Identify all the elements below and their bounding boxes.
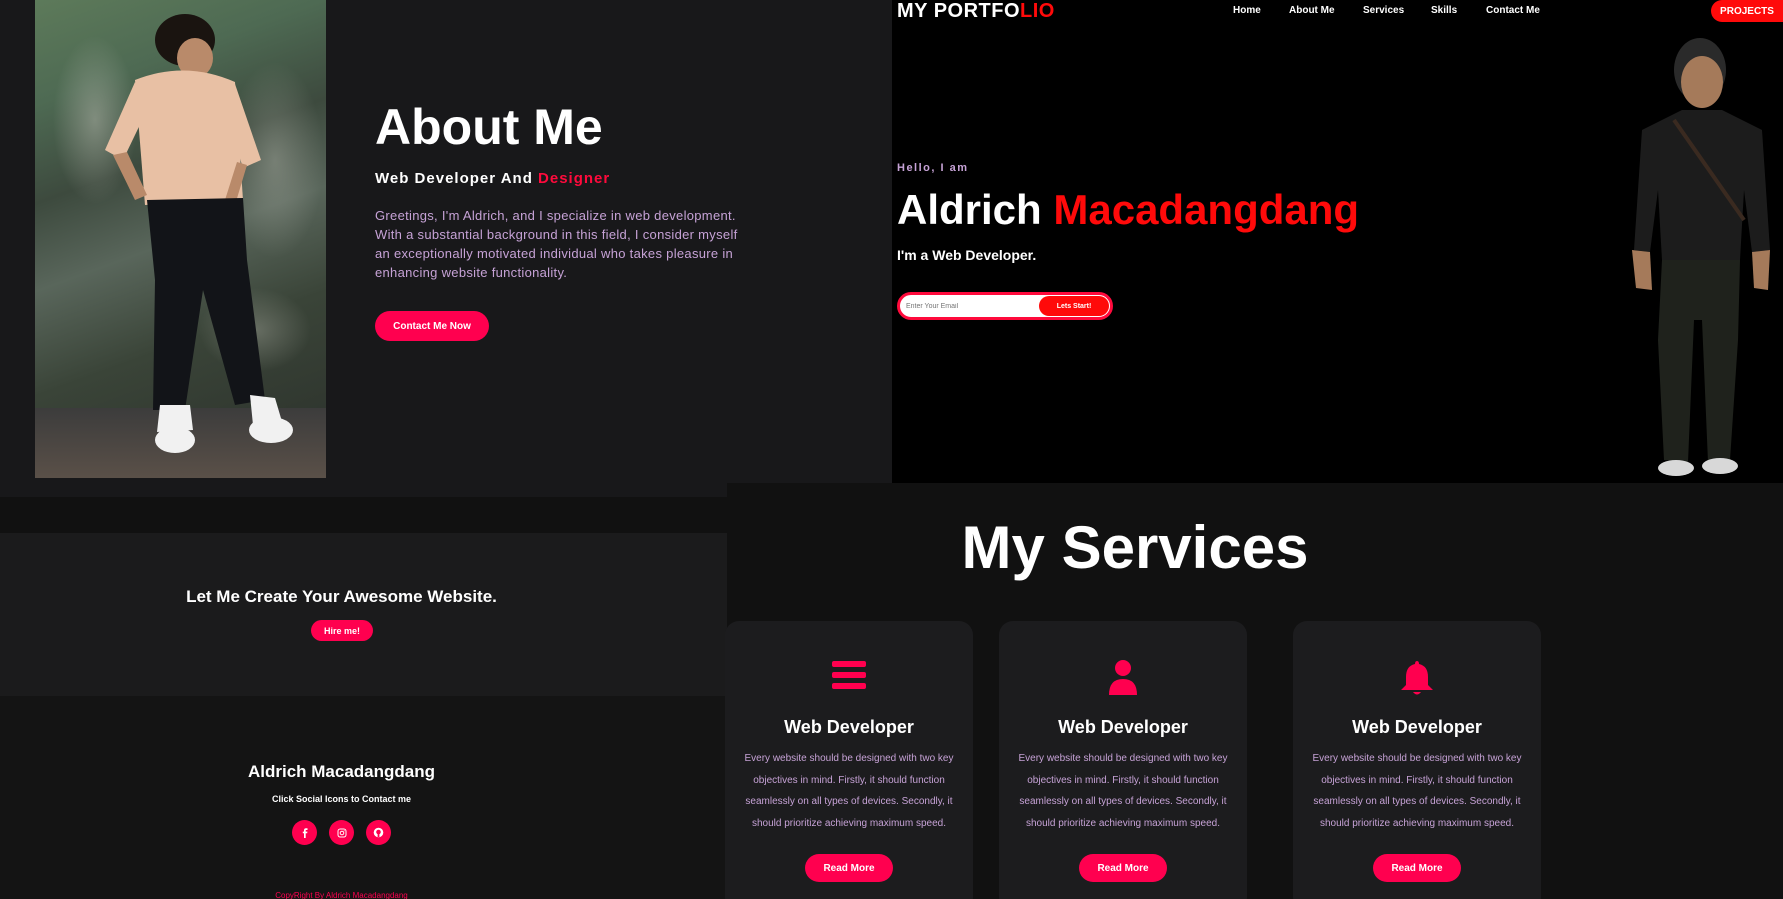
email-signup: Lets Start! xyxy=(897,292,1113,320)
about-description: Greetings, I'm Aldrich, and I specialize… xyxy=(375,208,738,280)
service-card: Web Developer Every website should be de… xyxy=(1293,621,1541,899)
menu-bars-icon xyxy=(725,659,973,697)
nav-about-me[interactable]: About Me xyxy=(1289,5,1335,16)
portfolio-collage: About Me Web Developer And Designer Gree… xyxy=(0,0,1783,899)
nav-home[interactable]: Home xyxy=(1233,5,1261,16)
hero-first-name: Aldrich xyxy=(897,186,1054,233)
hero-last-name: Macadangdang xyxy=(1053,186,1360,233)
site-logo[interactable]: MY PORTFOLIO xyxy=(897,0,1055,23)
services-section: My Services Web Developer Every website … xyxy=(725,483,1783,899)
bell-icon xyxy=(1293,659,1541,697)
services-title: My Services xyxy=(961,514,1309,581)
hero-section: MY PORTFOLIO Home About Me Services Skil… xyxy=(892,0,1783,483)
hero-role: I'm a Web Developer. xyxy=(897,247,1037,263)
cta-title: Let Me Create Your Awesome Website. xyxy=(186,587,497,606)
logo-accent: LIO xyxy=(1020,0,1055,22)
footer-section: Aldrich Macadangdang Click Social Icons … xyxy=(0,696,727,899)
contact-me-now-button[interactable]: Contact Me Now xyxy=(375,311,489,341)
service-card-description: Every website should be designed with tw… xyxy=(1312,753,1522,829)
instagram-icon[interactable] xyxy=(329,820,354,845)
nav-contact-me[interactable]: Contact Me xyxy=(1486,5,1540,16)
hero-name: Aldrich Macadangdang xyxy=(897,186,1359,234)
email-input[interactable] xyxy=(906,298,1026,314)
footer-name: Aldrich Macadangdang xyxy=(247,762,436,781)
facebook-icon[interactable] xyxy=(292,820,317,845)
service-card-title: Web Developer xyxy=(1058,717,1188,737)
projects-button[interactable]: PROJECTS xyxy=(1711,0,1783,22)
user-icon xyxy=(999,659,1247,697)
hire-me-button[interactable]: Hire me! xyxy=(311,620,373,641)
github-icon[interactable] xyxy=(366,820,391,845)
about-photo xyxy=(35,0,326,478)
read-more-button[interactable]: Read More xyxy=(805,854,893,882)
read-more-button[interactable]: Read More xyxy=(1373,854,1461,882)
lets-start-button[interactable]: Lets Start! xyxy=(1039,296,1109,316)
hero-greeting: Hello, I am xyxy=(897,162,969,174)
about-subtitle-main: Web Developer And xyxy=(375,170,539,187)
about-subtitle: Web Developer And Designer xyxy=(375,170,610,187)
hero-portrait xyxy=(1632,38,1770,476)
service-card: Web Developer Every website should be de… xyxy=(999,621,1247,899)
copyright: CopyRight By Aldrich Macadangdang xyxy=(275,891,408,899)
footer-subtitle: Click Social Icons to Contact me xyxy=(271,794,412,804)
about-subtitle-accent: Designer xyxy=(538,170,611,187)
nav-skills[interactable]: Skills xyxy=(1431,5,1457,16)
read-more-button[interactable]: Read More xyxy=(1079,854,1167,882)
service-card: Web Developer Every website should be de… xyxy=(725,621,973,899)
about-heading: About Me xyxy=(375,99,603,155)
service-card-title: Web Developer xyxy=(1352,717,1482,737)
service-card-description: Every website should be designed with tw… xyxy=(744,753,954,829)
nav-services[interactable]: Services xyxy=(1363,5,1404,16)
logo-main: MY PORTFO xyxy=(897,0,1021,22)
service-card-title: Web Developer xyxy=(784,717,914,737)
service-card-description: Every website should be designed with tw… xyxy=(1018,753,1228,829)
cta-section: Let Me Create Your Awesome Website. Hire… xyxy=(0,533,727,696)
about-section: About Me Web Developer And Designer Gree… xyxy=(0,0,892,497)
